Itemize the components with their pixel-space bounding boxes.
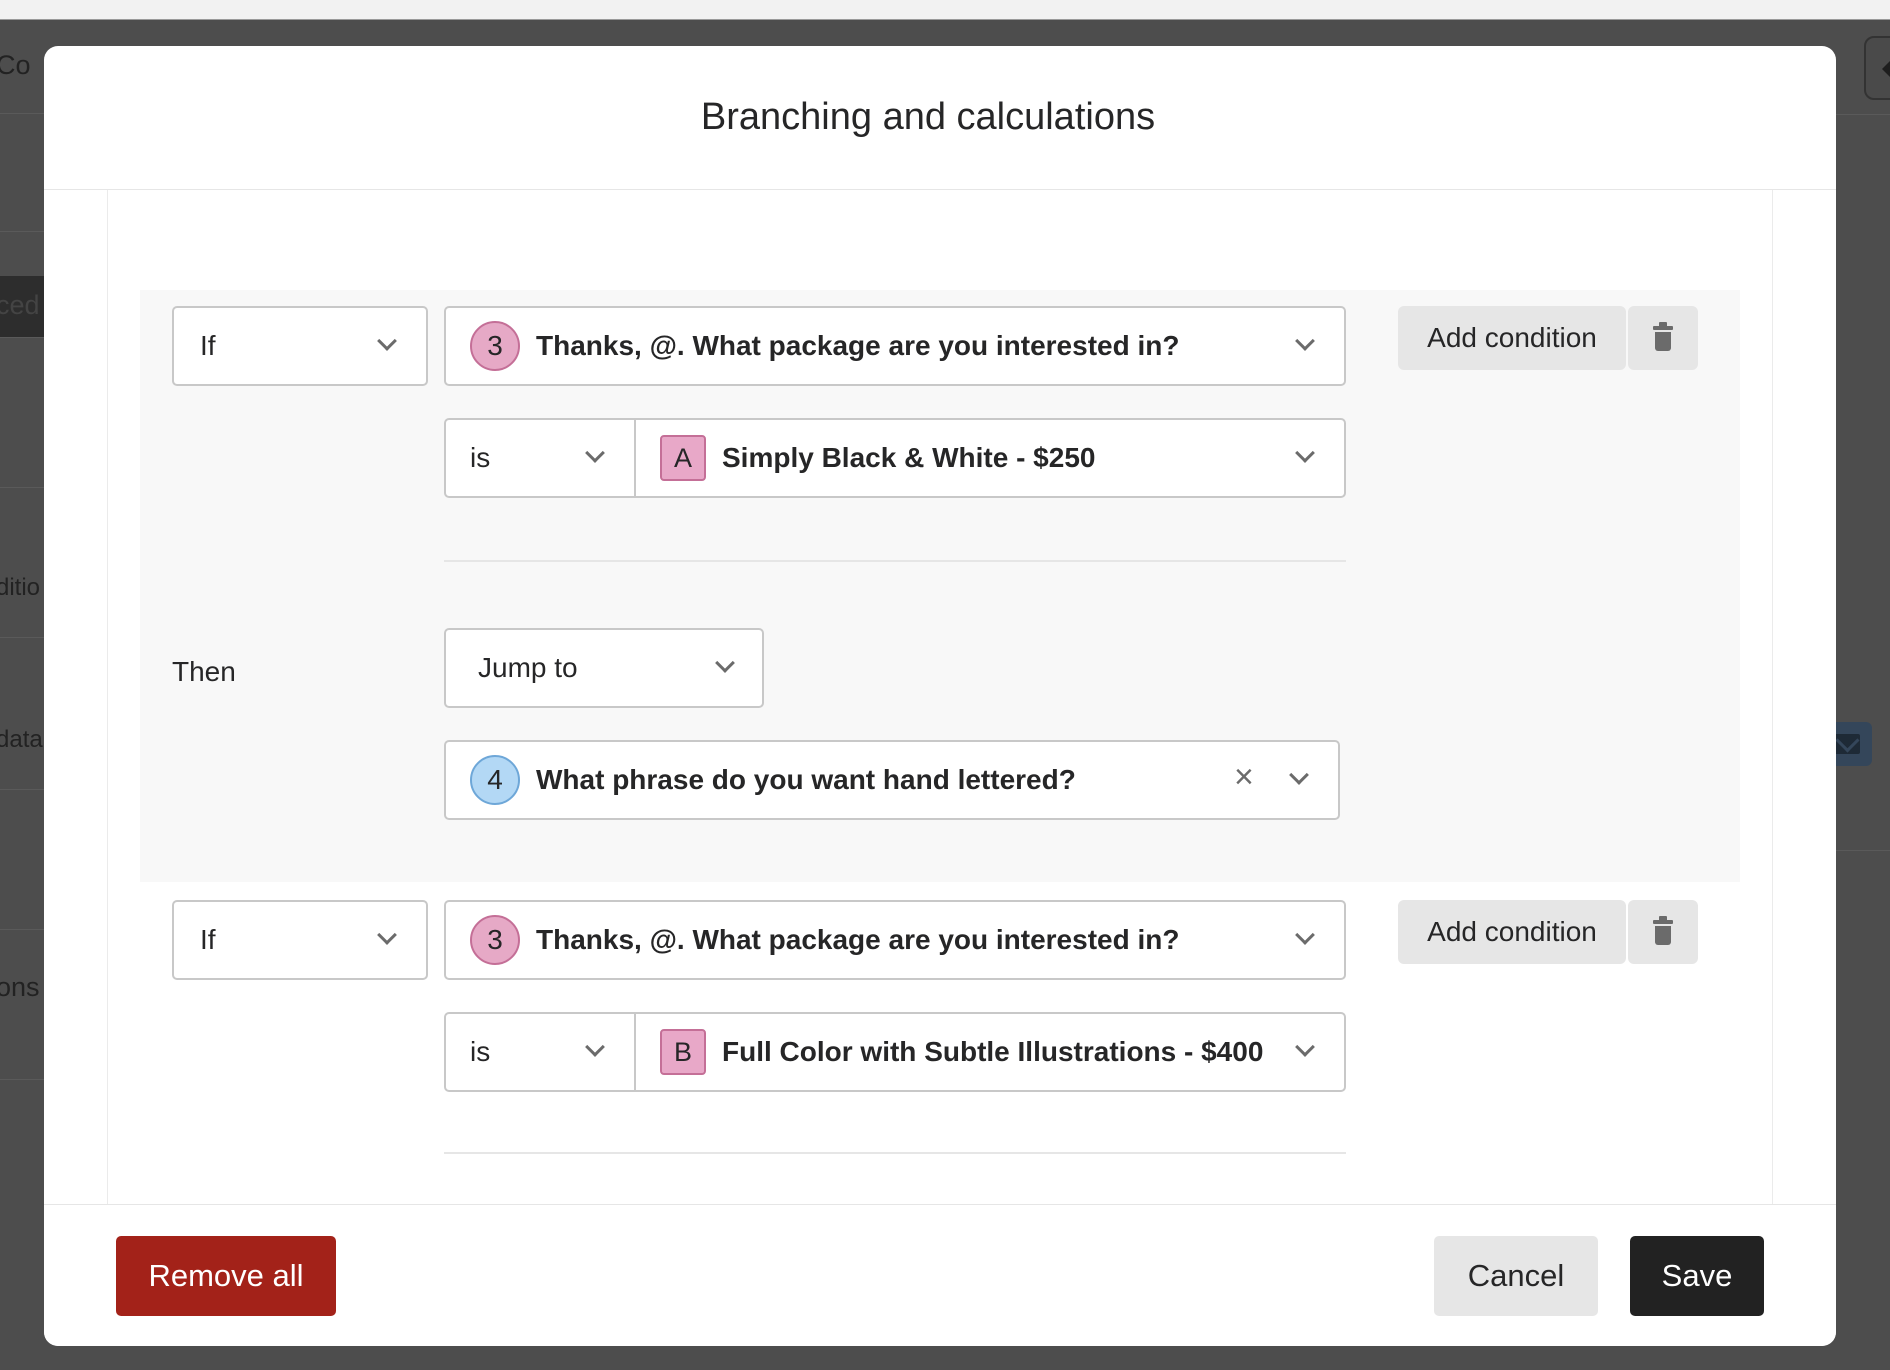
answer-select-label: Full Color with Subtle Illustrations - $… xyxy=(722,1036,1264,1067)
rule-divider xyxy=(444,1152,1346,1154)
delete-rule-button[interactable] xyxy=(1628,306,1698,370)
collapse-panel-icon xyxy=(1864,36,1890,100)
answer-letter-badge: A xyxy=(660,435,706,481)
question-select-label: Thanks, @. What package are you interest… xyxy=(536,924,1180,955)
chevron-down-icon xyxy=(715,653,735,673)
chevron-down-icon xyxy=(377,925,397,945)
operator-select[interactable]: is xyxy=(444,1012,636,1092)
chevron-down-icon xyxy=(1295,331,1315,351)
action-select-label: Jump to xyxy=(478,652,578,683)
delete-rule-button[interactable] xyxy=(1628,900,1698,964)
question-select[interactable]: 3 Thanks, @. What package are you intere… xyxy=(444,900,1346,980)
background-app-right xyxy=(1836,20,1890,1370)
branch-rule: If 3 Thanks, @. What package are you int… xyxy=(140,882,1740,1249)
branching-modal: Branching and calculations If 3 Thanks, … xyxy=(44,46,1836,1346)
background-row: ced xyxy=(0,276,44,338)
operator-select-label: is xyxy=(470,1036,491,1067)
answer-select[interactable]: B Full Color with Subtle Illustrations -… xyxy=(634,1012,1346,1092)
question-select-label: Thanks, @. What package are you interest… xyxy=(536,330,1180,361)
add-condition-button[interactable]: Add condition xyxy=(1398,900,1626,964)
chevron-down-icon xyxy=(1295,1037,1315,1057)
modal-header: Branching and calculations xyxy=(44,46,1836,190)
chevron-down-icon xyxy=(1295,443,1315,463)
clear-icon[interactable]: × xyxy=(1234,760,1254,794)
question-select[interactable]: 3 Thanks, @. What package are you intere… xyxy=(444,306,1346,386)
add-condition-button[interactable]: Add condition xyxy=(1398,306,1626,370)
cancel-button[interactable]: Cancel xyxy=(1434,1236,1598,1316)
chevron-down-icon xyxy=(1295,925,1315,945)
chevron-down-icon xyxy=(585,1037,605,1057)
answer-select-label: Simply Black & White - $250 xyxy=(722,442,1096,473)
save-button[interactable]: Save xyxy=(1630,1236,1764,1316)
chevron-down-icon xyxy=(1289,765,1309,785)
target-question-select[interactable]: 4 What phrase do you want hand lettered?… xyxy=(444,740,1340,820)
browser-top-bar xyxy=(0,0,1890,20)
then-label: Then xyxy=(172,656,236,687)
if-select[interactable]: If xyxy=(172,306,428,386)
modal-body[interactable]: If 3 Thanks, @. What package are you int… xyxy=(107,190,1773,1249)
background-row xyxy=(0,338,44,488)
chevron-down-icon xyxy=(585,443,605,463)
remove-all-button[interactable]: Remove all xyxy=(116,1236,336,1316)
answer-letter-badge: B xyxy=(660,1029,706,1075)
modal-footer: Remove all Cancel Save xyxy=(44,1204,1836,1346)
modal-title: Branching and calculations xyxy=(700,96,1156,138)
background-row xyxy=(0,114,44,232)
action-select[interactable]: Jump to xyxy=(444,628,764,708)
background-row: data xyxy=(0,638,44,790)
if-select-label: If xyxy=(200,330,216,361)
rule-divider xyxy=(444,560,1346,562)
background-row: ons xyxy=(0,930,44,1080)
trash-icon-body xyxy=(1655,332,1671,351)
target-select-label: What phrase do you want hand lettered? xyxy=(536,764,1076,795)
background-divider xyxy=(1836,114,1890,115)
question-number-badge: 3 xyxy=(470,321,520,371)
operator-select[interactable]: is xyxy=(444,418,636,498)
trash-icon-body xyxy=(1655,926,1671,945)
background-divider xyxy=(1836,850,1890,851)
branch-rule: If 3 Thanks, @. What package are you int… xyxy=(140,290,1740,882)
answer-select[interactable]: A Simply Black & White - $250 xyxy=(634,418,1346,498)
chevron-down-icon xyxy=(377,331,397,351)
question-number-badge: 3 xyxy=(470,915,520,965)
background-row: Co xyxy=(0,20,44,114)
trash-icon xyxy=(1653,916,1673,924)
target-number-badge: 4 xyxy=(470,755,520,805)
operator-select-label: is xyxy=(470,442,491,473)
background-row: ditio xyxy=(0,488,44,638)
trash-icon xyxy=(1653,322,1673,330)
background-app-left: Co ced ditio data ons xyxy=(0,20,44,1370)
if-select-label: If xyxy=(200,924,216,955)
background-row xyxy=(0,790,44,930)
if-select[interactable]: If xyxy=(172,900,428,980)
